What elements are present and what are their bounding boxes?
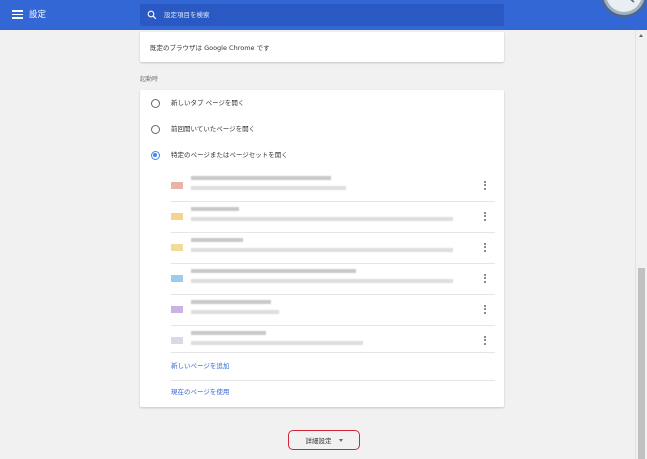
arrow-drop-down-icon <box>338 438 343 442</box>
radio-label: 新しいタブ ページを開く <box>171 99 245 107</box>
add-page-link[interactable]: 新しいページを追加 <box>171 362 229 371</box>
more-vert-icon[interactable] <box>479 334 491 346</box>
favicon-icon <box>171 275 183 282</box>
page-url-blurred <box>191 279 453 283</box>
favicon-icon <box>171 182 183 189</box>
search-box[interactable] <box>140 4 504 26</box>
radio-label: 前回開いていたページを開く <box>171 125 256 133</box>
search-icon <box>147 10 157 20</box>
scroll-up-arrow-icon[interactable] <box>639 34 643 37</box>
startup-page-item[interactable] <box>140 263 504 293</box>
page-url-blurred <box>191 310 279 314</box>
scrollbar[interactable] <box>635 30 647 459</box>
startup-page-item[interactable] <box>140 201 504 231</box>
page-url-blurred <box>191 341 363 345</box>
startup-page-item[interactable] <box>140 170 504 200</box>
page-title-blurred <box>191 176 331 180</box>
startup-option-new-tab[interactable]: 新しいタブ ページを開く <box>140 94 504 114</box>
scrollbar-thumb[interactable] <box>638 268 645 459</box>
section-title-startup: 起動時 <box>140 76 159 83</box>
page-url-blurred <box>191 248 453 252</box>
favicon-icon <box>171 213 183 220</box>
advanced-settings-label: 詳細設定 <box>305 437 332 445</box>
page-title-blurred <box>191 207 239 211</box>
default-browser-card: 既定のブラウザは Google Chrome です <box>140 32 504 62</box>
more-vert-icon[interactable] <box>479 210 491 222</box>
clock-icon <box>601 0 647 17</box>
divider <box>171 380 495 381</box>
page-title-blurred <box>191 331 266 335</box>
startup-page-item[interactable] <box>140 325 504 355</box>
startup-option-continue[interactable]: 前回開いていたページを開く <box>140 120 504 140</box>
radio-button[interactable] <box>151 125 160 134</box>
radio-button-checked[interactable] <box>151 151 160 160</box>
page-title-blurred <box>191 300 271 304</box>
more-vert-icon[interactable] <box>479 241 491 253</box>
startup-page-item[interactable] <box>140 232 504 262</box>
startup-page-item[interactable] <box>140 294 504 324</box>
page-title: 設定 <box>29 10 47 20</box>
search-input[interactable] <box>164 4 484 26</box>
more-vert-icon[interactable] <box>479 272 491 284</box>
page-title-blurred <box>191 269 356 273</box>
radio-button[interactable] <box>151 99 160 108</box>
default-browser-text: 既定のブラウザは Google Chrome です <box>150 44 270 52</box>
favicon-icon <box>171 337 183 344</box>
startup-option-specific-pages[interactable]: 特定のページまたはページセットを開く <box>140 146 504 166</box>
use-current-pages-link[interactable]: 現在のページを使用 <box>171 388 229 397</box>
startup-card: 新しいタブ ページを開く 前回開いていたページを開く 特定のページまたはページセ… <box>140 90 504 407</box>
page-url-blurred <box>191 217 453 221</box>
app-header: 設定 <box>0 0 647 30</box>
favicon-icon <box>171 244 183 251</box>
more-vert-icon[interactable] <box>479 303 491 315</box>
more-vert-icon[interactable] <box>479 179 491 191</box>
favicon-icon <box>171 306 183 313</box>
radio-label: 特定のページまたはページセットを開く <box>171 151 288 159</box>
menu-icon[interactable] <box>12 10 23 19</box>
divider <box>171 352 495 353</box>
page-title-blurred <box>191 238 243 242</box>
page-url-blurred <box>191 186 346 190</box>
advanced-settings-button[interactable]: 詳細設定 <box>288 430 360 450</box>
